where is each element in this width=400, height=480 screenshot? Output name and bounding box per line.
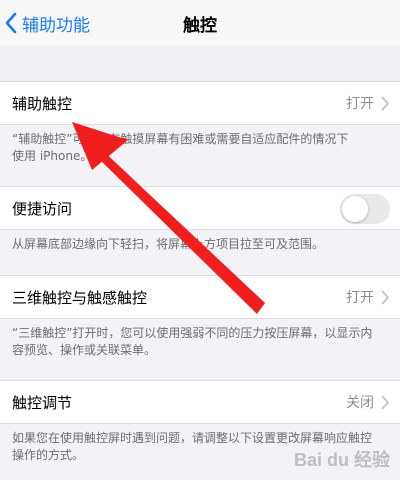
toggle-knob: [342, 196, 368, 222]
haptic-touch-value: 打开: [346, 290, 374, 306]
assistive-touch-footer: “辅助触控”可让您在触摸屏幕有困难或需要自适应配件的情况下 使用 iPhone。: [12, 131, 382, 165]
section-spacer: [0, 46, 400, 82]
assistive-touch-label: 辅助触控: [12, 94, 73, 113]
touch-accommodations-row[interactable]: 触控调节 关闭: [0, 380, 400, 424]
haptic-touch-label: 三维触控与触感触控: [12, 288, 148, 307]
touch-accommodations-label: 触控调节: [12, 393, 73, 412]
page-title: 触控: [183, 16, 217, 36]
reachability-row: 便捷访问: [0, 186, 400, 230]
reachability-label: 便捷访问: [12, 199, 73, 218]
reachability-toggle[interactable]: [340, 194, 390, 224]
haptic-touch-row[interactable]: 三维触控与触感触控 打开: [0, 275, 400, 319]
chevron-right-icon: [381, 395, 389, 410]
assistive-touch-row[interactable]: 辅助触控 打开: [0, 81, 400, 125]
reachability-footer: 从屏幕底部边缘向下轻扫，将屏幕上方项目拉至可及范围。: [12, 236, 382, 253]
touch-accommodations-value: 关闭: [346, 395, 374, 411]
watermark: Bai du 经验: [293, 450, 390, 470]
footer-line: “三维触控”打开时，您可以使用强弱不同的压力按压屏幕，以显示内: [12, 326, 373, 340]
footer-line: 如果您在使用触控屏时遇到问题，请调整以下设置更改屏幕响应触控: [12, 431, 373, 445]
footer-line: 从屏幕底部边缘向下轻扫，将屏幕上方项目拉至可及范围。: [12, 237, 325, 251]
assistive-touch-value: 打开: [346, 96, 374, 112]
haptic-touch-footer: “三维触控”打开时，您可以使用强弱不同的压力按压屏幕，以显示内 容预览、操作或关…: [12, 325, 382, 359]
navigation-bar: 辅助功能 触控: [0, 0, 400, 46]
footer-line: 使用 iPhone。: [12, 149, 93, 163]
footer-line: 容预览、操作或关联菜单。: [12, 343, 157, 357]
chevron-right-icon: [381, 290, 389, 305]
footer-line: “辅助触控”可让您在触摸屏幕有困难或需要自适应配件的情况下: [12, 132, 349, 146]
chevron-right-icon: [381, 96, 389, 111]
